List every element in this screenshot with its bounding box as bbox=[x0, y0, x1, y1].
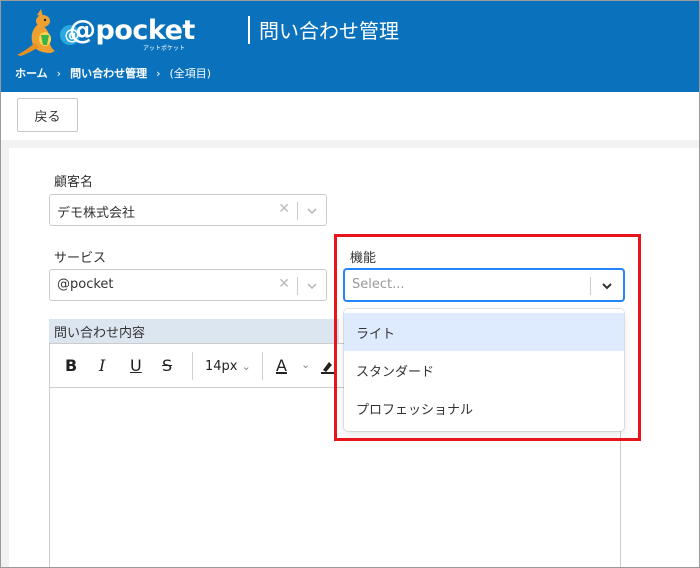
breadcrumb-chevron-icon: › bbox=[156, 66, 161, 80]
breadcrumb-current: (全項目) bbox=[169, 67, 212, 80]
breadcrumb-home[interactable]: ホーム bbox=[15, 65, 48, 81]
customer-select[interactable]: デモ株式会社 ✕ bbox=[49, 194, 327, 226]
bold-icon[interactable]: B bbox=[65, 356, 77, 375]
strikethrough-icon[interactable]: S bbox=[162, 356, 172, 375]
font-color-icon[interactable]: A bbox=[276, 356, 287, 375]
breadcrumb: ホーム › 問い合わせ管理 › (全項目) bbox=[15, 65, 211, 81]
customer-value: デモ株式会社 bbox=[57, 206, 136, 221]
chevron-down-icon[interactable] bbox=[305, 204, 319, 218]
service-label: サービス bbox=[54, 251, 107, 266]
action-toolbar: 戻る bbox=[1, 92, 699, 140]
chevron-down-icon[interactable]: ⌄ bbox=[301, 358, 310, 371]
toolbar-divider bbox=[262, 352, 263, 380]
customer-label: 顧客名 bbox=[54, 175, 94, 190]
logo-wordmark: @pocket bbox=[69, 15, 195, 46]
chevron-down-icon[interactable] bbox=[305, 279, 319, 293]
window: @ @pocket アットポケット 問い合わせ管理 ホーム › 問い合わせ管理 … bbox=[0, 0, 700, 568]
back-button[interactable]: 戻る bbox=[17, 98, 78, 132]
app-header: @ @pocket アットポケット 問い合わせ管理 ホーム › 問い合わせ管理 … bbox=[1, 1, 699, 92]
clear-icon[interactable]: ✕ bbox=[278, 201, 290, 217]
select-divider bbox=[297, 202, 298, 220]
toolbar-divider bbox=[192, 352, 193, 380]
logo-subtitle: アットポケット bbox=[143, 45, 186, 52]
breadcrumb-chevron-icon: › bbox=[56, 66, 62, 80]
select-divider bbox=[297, 277, 298, 295]
service-value: @pocket bbox=[57, 277, 114, 292]
font-size-select[interactable]: 14px ⌄ bbox=[205, 359, 251, 374]
highlight-box bbox=[334, 234, 641, 441]
breadcrumb-section[interactable]: 問い合わせ管理 bbox=[70, 65, 147, 81]
underline-icon[interactable]: U bbox=[130, 356, 142, 375]
title-divider bbox=[248, 16, 250, 44]
clear-icon[interactable]: ✕ bbox=[278, 276, 290, 292]
service-select[interactable]: @pocket ✕ bbox=[49, 269, 327, 301]
italic-icon[interactable]: I bbox=[99, 356, 105, 375]
inquiry-label: 問い合わせ内容 bbox=[49, 319, 339, 343]
page-title: 問い合わせ管理 bbox=[259, 19, 399, 43]
font-size-value: 14px bbox=[205, 359, 238, 374]
